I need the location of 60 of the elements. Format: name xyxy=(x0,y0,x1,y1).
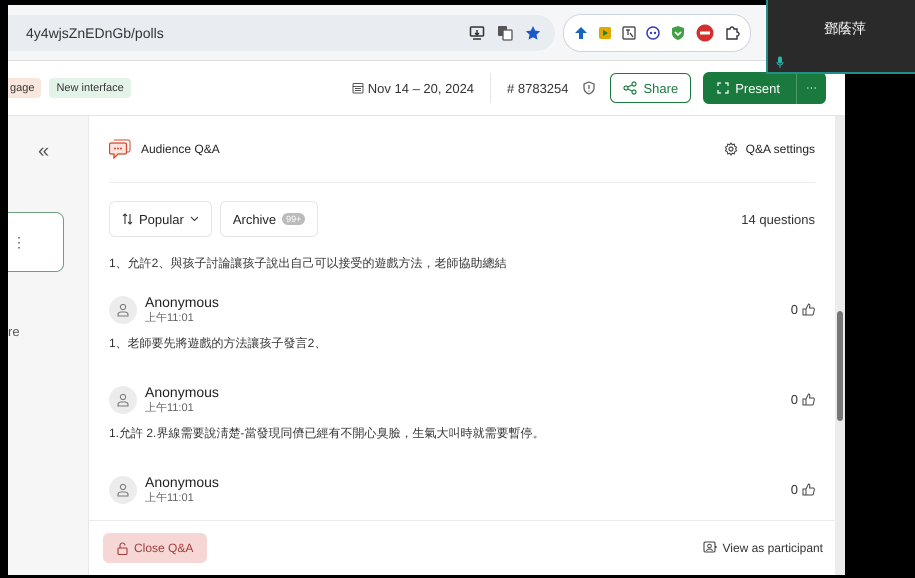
question-count: 14 questions xyxy=(741,212,815,226)
star-icon[interactable] xyxy=(525,24,541,40)
archive-button[interactable]: Archive 99+ xyxy=(220,201,318,237)
stop-sign-icon[interactable] xyxy=(696,24,714,42)
collapse-button[interactable]: « xyxy=(38,140,50,162)
tag: New interface xyxy=(49,78,131,98)
person-icon xyxy=(117,302,129,316)
vote-count: 0 xyxy=(790,392,798,407)
timestamp: 上午11:01 xyxy=(145,401,194,415)
vote-count: 0 xyxy=(790,482,798,497)
participant-icon xyxy=(702,541,716,555)
scrollbar[interactable] xyxy=(835,116,845,575)
shield-icon[interactable] xyxy=(582,81,596,95)
present-button[interactable]: Present xyxy=(703,72,796,104)
arrow-up-icon[interactable] xyxy=(574,26,588,40)
sort-icon xyxy=(122,213,133,225)
event-code: # 8783254 xyxy=(507,80,568,96)
url-text: 4y4wjsZnEDnGb/polls xyxy=(26,24,165,40)
extension-icon[interactable] xyxy=(598,26,612,40)
person-icon xyxy=(117,392,129,406)
chat-bubble-icon xyxy=(109,139,131,159)
timestamp: 上午11:01 xyxy=(145,311,194,325)
share-icon xyxy=(623,81,638,95)
person-icon xyxy=(117,482,129,496)
calendar-icon xyxy=(352,82,364,94)
microphone-icon xyxy=(776,56,784,68)
count-badge: 99+ xyxy=(282,213,306,225)
thumbs-up-icon[interactable] xyxy=(802,393,815,406)
more-button[interactable]: ··· xyxy=(796,72,826,104)
author-name: Anonymous xyxy=(145,294,219,310)
question-text: 1、老師要先將遊戲的方法讓孩子發言2、 xyxy=(109,335,328,352)
sidebar-card[interactable]: ⋮ xyxy=(8,212,64,272)
panel-title: Audience Q&A xyxy=(141,142,220,156)
sidebar-label: re xyxy=(8,324,20,339)
eyes-icon[interactable] xyxy=(646,26,660,40)
install-icon[interactable] xyxy=(469,24,485,40)
settings-link[interactable]: Q&A settings xyxy=(724,142,815,156)
puzzle-icon[interactable] xyxy=(724,24,740,40)
timestamp: 上午11:01 xyxy=(145,491,194,505)
vote-count: 0 xyxy=(790,302,798,317)
shield-icon[interactable] xyxy=(670,24,686,40)
chevron-down-icon xyxy=(190,216,199,222)
menu-button[interactable]: ⋮ xyxy=(12,234,26,250)
close-qa-button[interactable]: Close Q&A xyxy=(103,533,208,563)
thumbs-up-icon[interactable] xyxy=(802,483,815,496)
author-name: Anonymous xyxy=(145,384,219,400)
tag: gage xyxy=(8,78,42,98)
participant-name: 鄧蔭萍 xyxy=(824,20,866,38)
thumbs-up-icon[interactable] xyxy=(802,303,815,316)
address-bar[interactable]: 4y4wjsZnEDnGb/polls xyxy=(8,14,555,50)
fullscreen-icon xyxy=(717,82,730,94)
share-button[interactable]: Share xyxy=(610,73,692,103)
question-text: 1.允許 2.界線需要說淸楚-當發現同儕已經有不開心臭臉，生氣大叫時就需要暫停。 xyxy=(109,425,546,442)
view-as-participant-link[interactable]: View as participant xyxy=(702,541,823,555)
settings-icon xyxy=(724,142,738,156)
date-range: Nov 14 – 20, 2024 xyxy=(368,80,474,96)
sort-dropdown[interactable]: Popular xyxy=(109,201,212,237)
unlock-icon xyxy=(117,542,128,554)
author-name: Anonymous xyxy=(145,474,219,490)
question-text: 1、允許2、與孩子討論讓孩子說出自己可以接受的遊戲方法，老師協助總結 xyxy=(109,255,508,272)
